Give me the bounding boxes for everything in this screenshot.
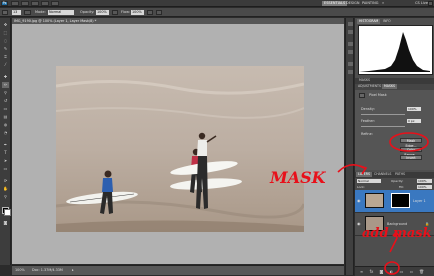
annotation-add-mask: add mask (362, 226, 432, 241)
annotation-mask: MASK (270, 168, 326, 187)
